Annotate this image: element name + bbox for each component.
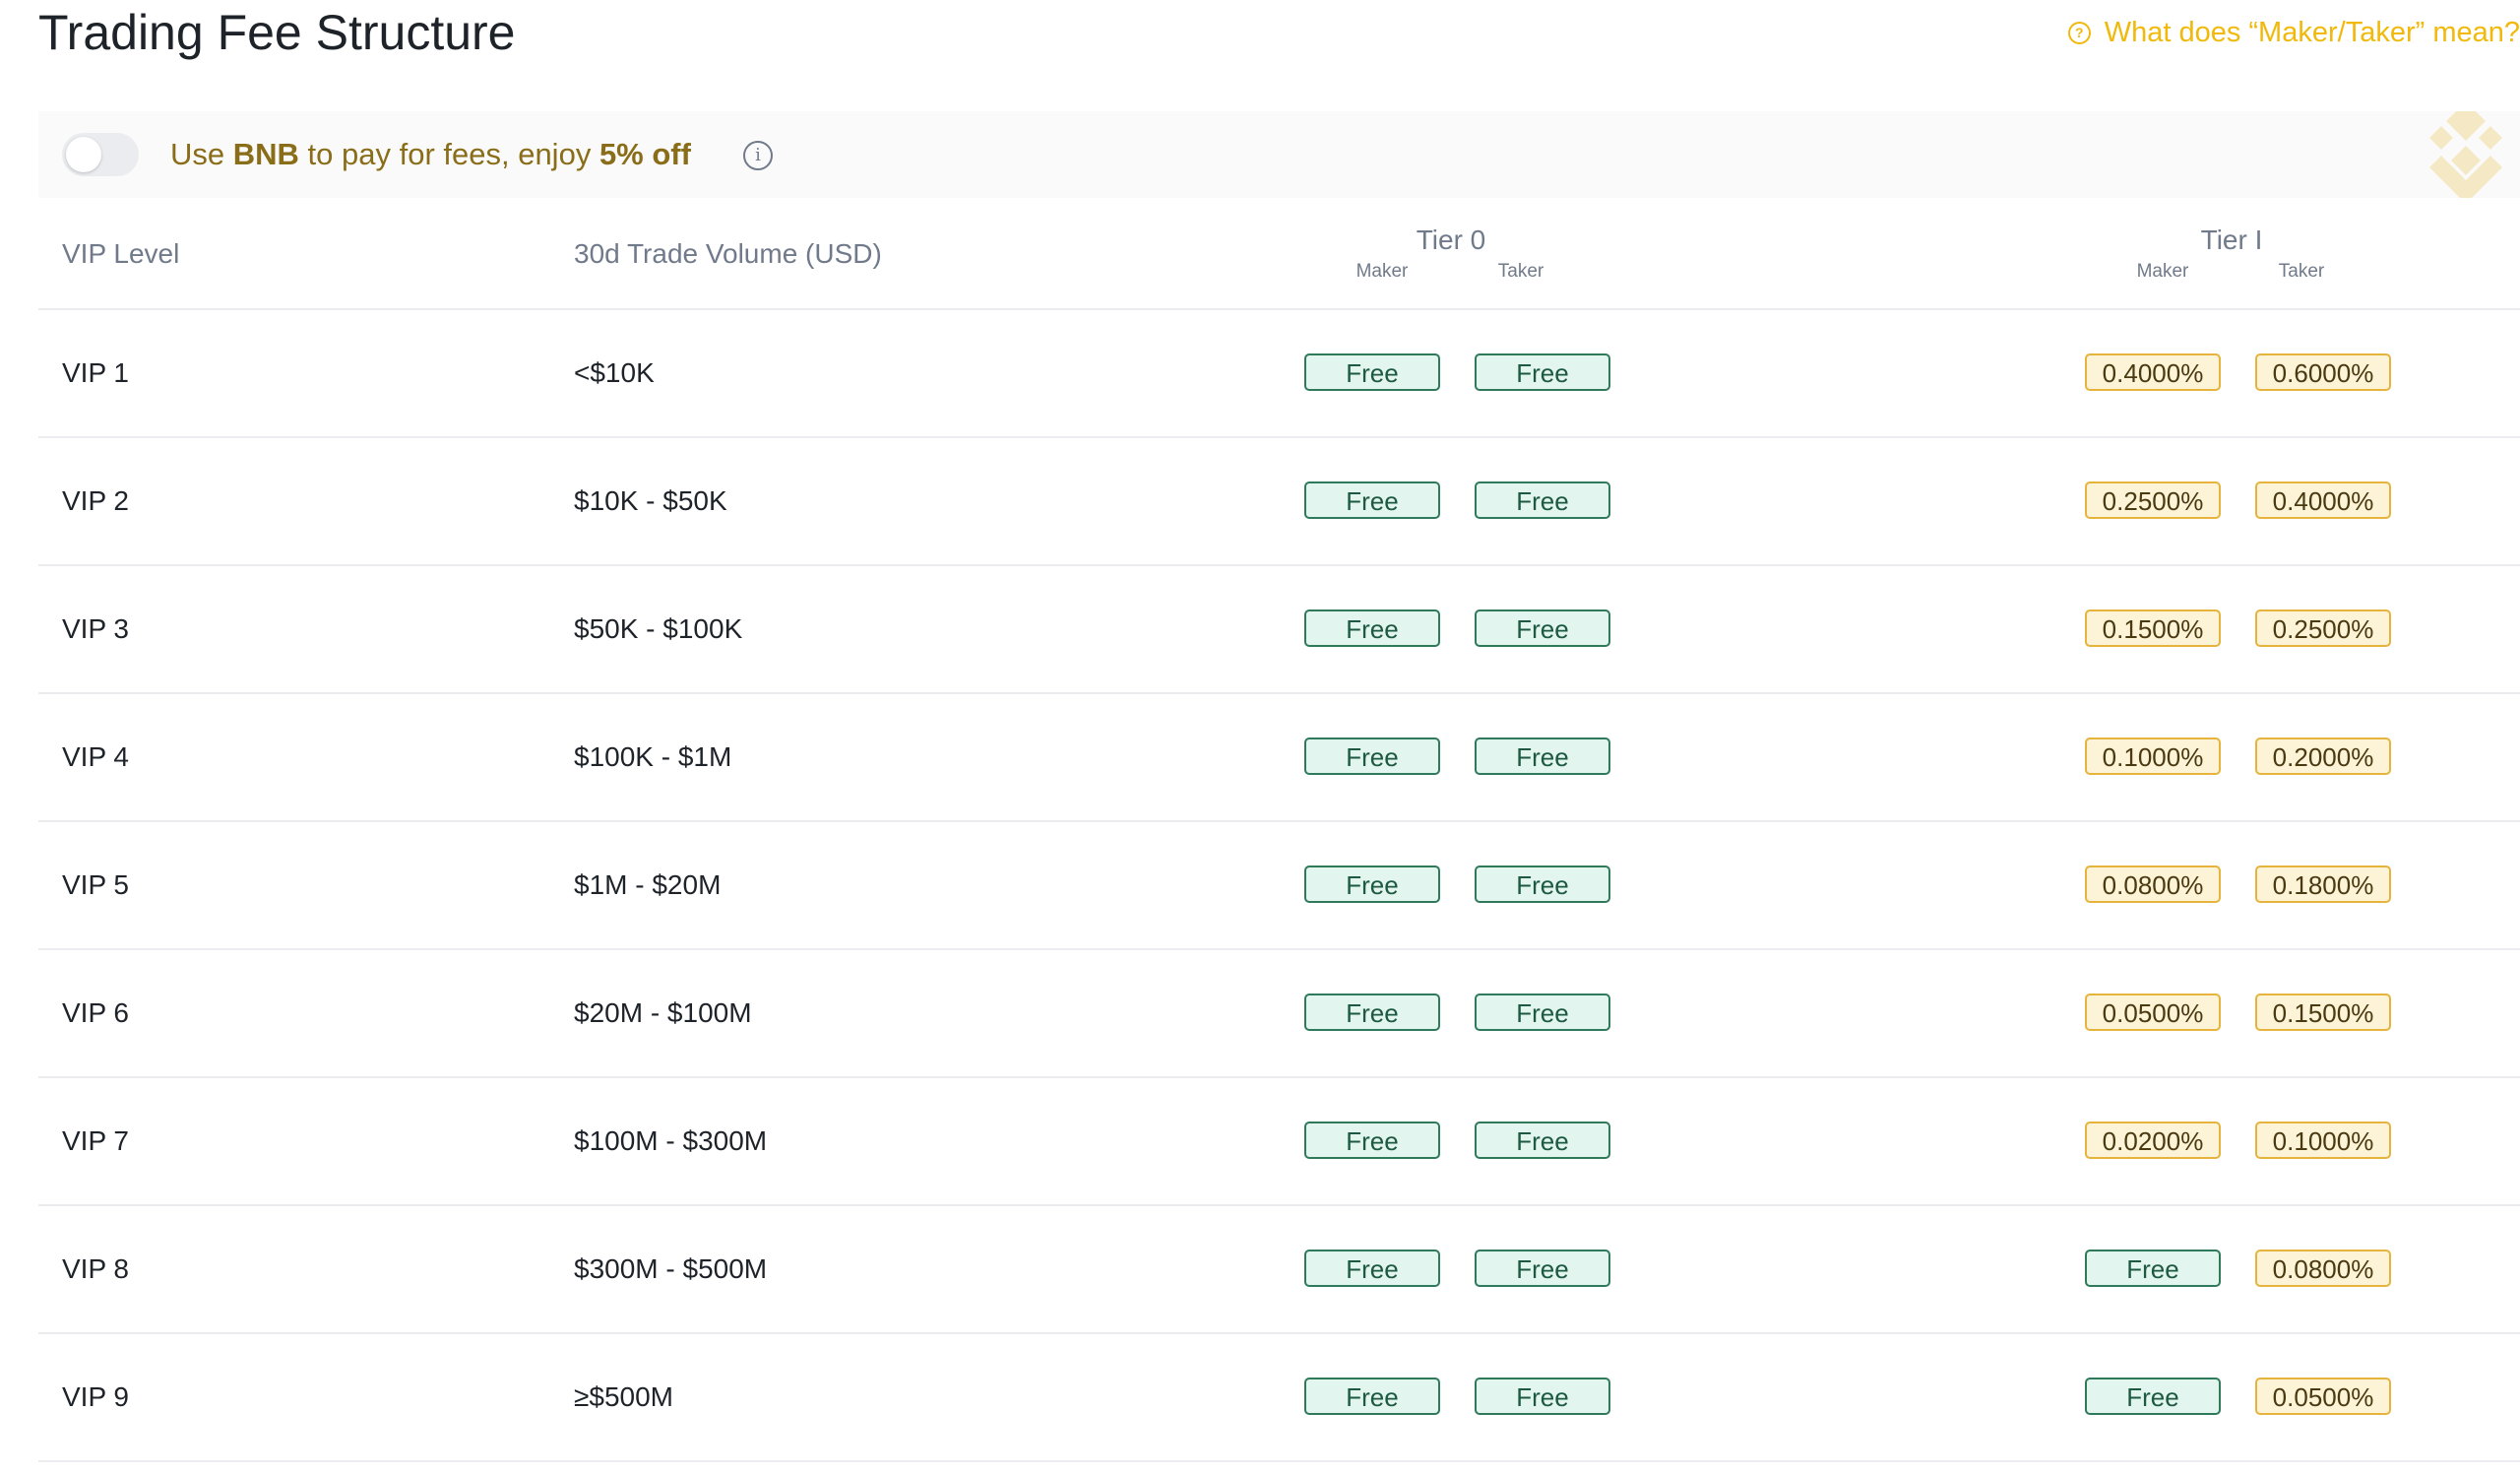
table-row: VIP 3 $50K - $100K Free Free 0.1500% 0.2500% (38, 566, 2520, 694)
header-tier1-taker: Taker (2278, 261, 2325, 282)
volume-cell: ≥$500M (574, 1381, 673, 1412)
t0-maker-fee-badge: Free (1304, 609, 1440, 647)
volume-cell: $50K - $100K (574, 613, 743, 644)
vip-level-cell: VIP 2 (62, 485, 129, 516)
banner-text-pre: Use (170, 137, 233, 171)
header-volume: 30d Trade Volume (USD) (574, 238, 882, 269)
header-tier1: Tier I (2200, 224, 2263, 255)
t1-taker-fee-badge: 0.1800% (2255, 866, 2391, 903)
t1-taker-fee-badge: 0.1000% (2255, 1122, 2391, 1159)
help-link-label: What does “Maker/Taker” mean? (2104, 16, 2520, 48)
header-vip-level: VIP Level (62, 238, 180, 269)
t1-taker-fee-badge: 0.0800% (2255, 1250, 2391, 1287)
t0-taker-fee-badge: Free (1475, 994, 1610, 1031)
t1-maker-fee-badge: 0.2500% (2085, 481, 2221, 519)
t0-taker-fee-badge: Free (1475, 353, 1610, 391)
vip-level-cell: VIP 4 (62, 741, 129, 772)
bnb-logo-icon (2429, 111, 2502, 198)
t0-taker-fee-badge: Free (1475, 866, 1610, 903)
table-row: VIP 8 $300M - $500M Free Free Free 0.0800% (38, 1206, 2520, 1334)
volume-cell: <$10K (574, 357, 655, 388)
t0-taker-fee-badge: Free (1475, 609, 1610, 647)
page-title: Trading Fee Structure (38, 5, 516, 60)
vip-level-cell: VIP 5 (62, 869, 129, 900)
t0-maker-fee-badge: Free (1304, 738, 1440, 775)
vip-level-cell: VIP 9 (62, 1381, 129, 1412)
volume-cell: $1M - $20M (574, 869, 722, 900)
vip-level-cell: VIP 6 (62, 997, 129, 1028)
help-circle-icon: ? (2067, 21, 2091, 44)
volume-cell: $100K - $1M (574, 741, 732, 772)
vip-level-cell: VIP 3 (62, 613, 129, 644)
table-row: VIP 5 $1M - $20M Free Free 0.0800% 0.1800% (38, 822, 2520, 950)
volume-cell: $100M - $300M (574, 1125, 768, 1156)
table-row: VIP 6 $20M - $100M Free Free 0.0500% 0.1500% (38, 950, 2520, 1078)
t0-taker-fee-badge: Free (1475, 1122, 1610, 1159)
volume-cell: $10K - $50K (574, 485, 727, 516)
fee-table-header: VIP Level 30d Trade Volume (USD) Tier 0 … (38, 198, 2520, 310)
t1-maker-fee-badge: 0.0500% (2085, 994, 2221, 1031)
t1-maker-fee-badge: Free (2085, 1250, 2221, 1287)
t1-taker-fee-badge: 0.0500% (2255, 1378, 2391, 1415)
t1-taker-fee-badge: 0.2000% (2255, 738, 2391, 775)
t0-maker-fee-badge: Free (1304, 481, 1440, 519)
vip-level-cell: VIP 1 (62, 357, 129, 388)
bnb-fee-banner: Use BNB to pay for fees, enjoy 5% off i (38, 111, 2520, 198)
toggle-knob (66, 137, 101, 172)
bnb-fee-toggle[interactable] (62, 133, 139, 176)
header-tier0-maker: Maker (1355, 261, 1409, 282)
header-tier0: Tier 0 (1416, 224, 1486, 255)
t0-maker-fee-badge: Free (1304, 1122, 1440, 1159)
table-row: VIP 4 $100K - $1M Free Free 0.1000% 0.2000% (38, 694, 2520, 822)
table-row: VIP 9 ≥$500M Free Free Free 0.0500% (38, 1334, 2520, 1462)
t0-taker-fee-badge: Free (1475, 738, 1610, 775)
maker-taker-help-link[interactable]: ? What does “Maker/Taker” mean? (2067, 12, 2520, 53)
t0-maker-fee-badge: Free (1304, 1250, 1440, 1287)
header-tier1-maker: Maker (2136, 261, 2189, 282)
header-tier0-taker: Taker (1497, 261, 1544, 282)
t1-maker-fee-badge: 0.1000% (2085, 738, 2221, 775)
t0-taker-fee-badge: Free (1475, 481, 1610, 519)
volume-cell: $300M - $500M (574, 1253, 768, 1284)
discount-highlight: 5% off (598, 137, 691, 171)
t1-maker-fee-badge: Free (2085, 1378, 2221, 1415)
table-row: VIP 7 $100M - $300M Free Free 0.0200% 0.1000% (38, 1078, 2520, 1206)
volume-cell: $20M - $100M (574, 997, 752, 1028)
banner-text-mid: to pay for fees, enjoy (298, 137, 599, 171)
t1-maker-fee-badge: 0.4000% (2085, 353, 2221, 391)
t1-maker-fee-badge: 0.0800% (2085, 866, 2221, 903)
t0-taker-fee-badge: Free (1475, 1250, 1610, 1287)
t0-maker-fee-badge: Free (1304, 866, 1440, 903)
info-icon[interactable]: i (743, 141, 773, 170)
t1-taker-fee-badge: 0.6000% (2255, 353, 2391, 391)
vip-level-cell: VIP 8 (62, 1253, 129, 1284)
t0-maker-fee-badge: Free (1304, 1378, 1440, 1415)
t1-maker-fee-badge: 0.0200% (2085, 1122, 2221, 1159)
t0-maker-fee-badge: Free (1304, 994, 1440, 1031)
bnb-highlight: BNB (232, 137, 299, 171)
bnb-banner-text: Use BNB to pay for fees, enjoy 5% off (170, 111, 691, 198)
t0-maker-fee-badge: Free (1304, 353, 1440, 391)
t1-maker-fee-badge: 0.1500% (2085, 609, 2221, 647)
t0-taker-fee-badge: Free (1475, 1378, 1610, 1415)
vip-level-cell: VIP 7 (62, 1125, 129, 1156)
t1-taker-fee-badge: 0.2500% (2255, 609, 2391, 647)
t1-taker-fee-badge: 0.4000% (2255, 481, 2391, 519)
table-row: VIP 1 <$10K Free Free 0.4000% 0.6000% (38, 310, 2520, 438)
t1-taker-fee-badge: 0.1500% (2255, 994, 2391, 1031)
table-row: VIP 2 $10K - $50K Free Free 0.2500% 0.4000% (38, 438, 2520, 566)
